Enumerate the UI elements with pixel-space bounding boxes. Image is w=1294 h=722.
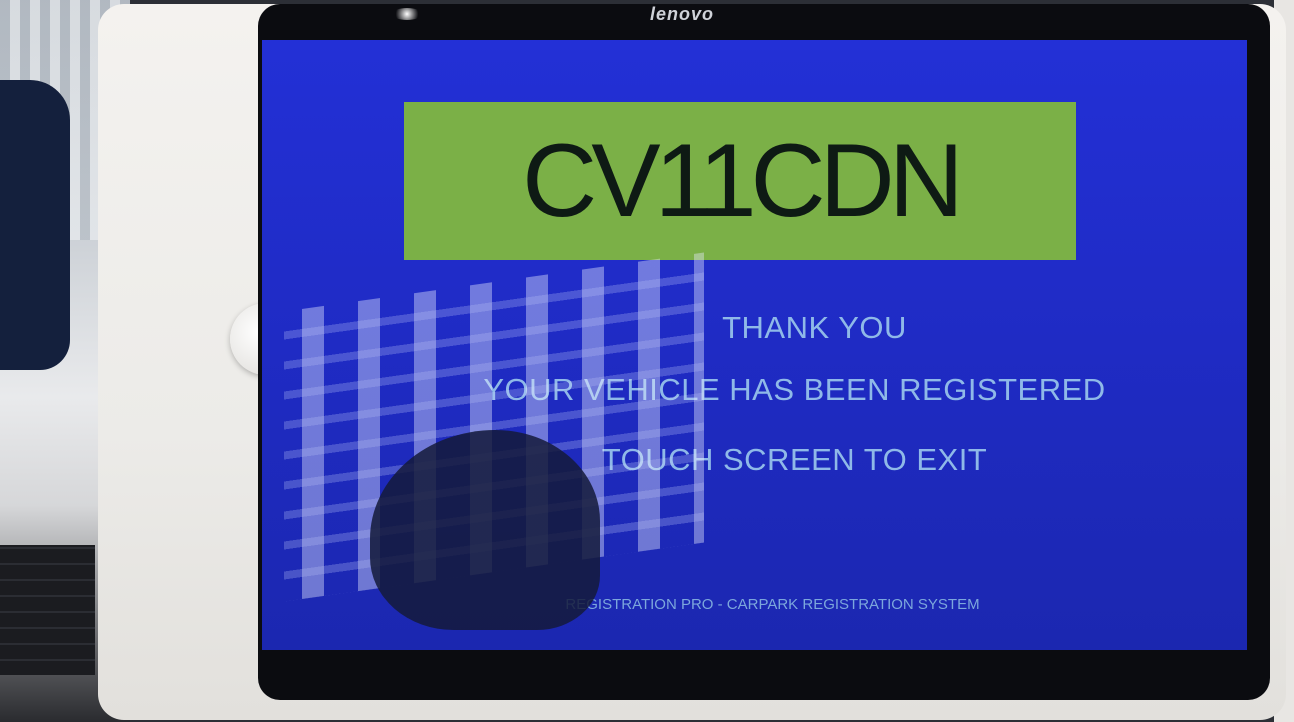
camera-glare [392, 8, 422, 20]
brand-logo: lenovo [650, 4, 715, 24]
touch-to-exit-message[interactable]: TOUCH SCREEN TO EXIT [302, 442, 1247, 478]
plate-box: CV11CDN [404, 102, 1076, 260]
touch-screen[interactable]: CV11CDN THANK YOU YOUR VEHICLE HAS BEEN … [262, 40, 1247, 650]
vehicle-plate: CV11CDN [522, 122, 964, 239]
registered-message: YOUR VEHICLE HAS BEEN REGISTERED [483, 372, 1106, 407]
system-footer: REGISTRATION PRO - CARPARK REGISTRATION … [565, 596, 980, 613]
thank-you-message: THANK YOU [722, 310, 907, 345]
chair [0, 80, 70, 370]
keyboard [0, 545, 95, 675]
